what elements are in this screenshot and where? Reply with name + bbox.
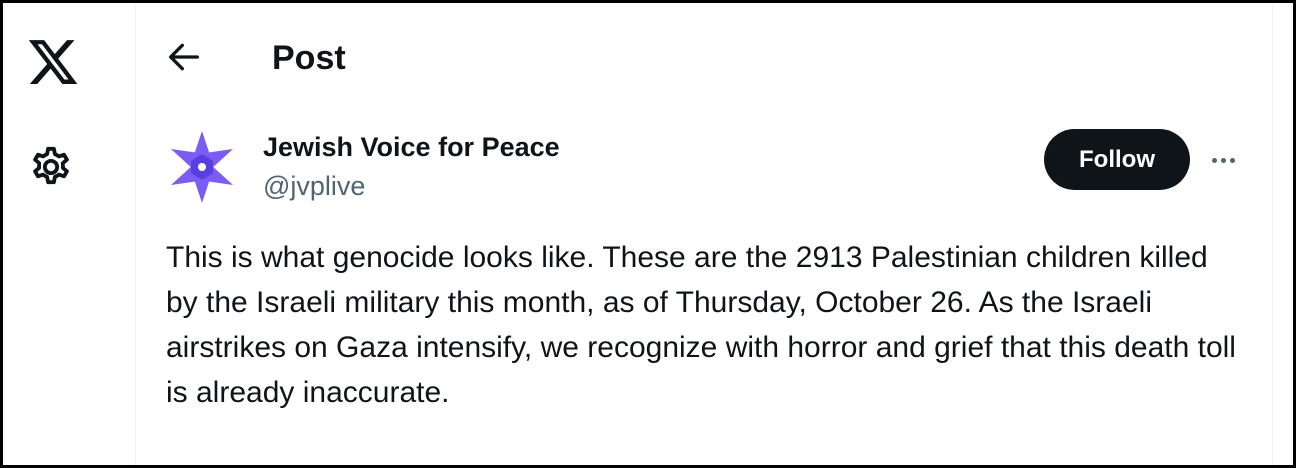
page-title: Post (272, 39, 346, 77)
x-logo-icon[interactable] (26, 35, 80, 89)
more-horizontal-icon[interactable] (1204, 143, 1242, 177)
left-nav-rail (3, 3, 136, 465)
more-dot (1220, 157, 1226, 163)
author-display-name[interactable]: Jewish Voice for Peace (263, 130, 560, 164)
author-handle[interactable]: @jvplive (263, 169, 365, 203)
main-column: Post Jewish Voice for Peace @jvplive Fol… (136, 3, 1273, 465)
settings-gear-icon[interactable] (28, 144, 74, 190)
avatar[interactable] (166, 127, 238, 207)
follow-button[interactable]: Follow (1044, 129, 1190, 190)
more-dot (1229, 157, 1235, 163)
more-dot (1211, 157, 1217, 163)
post-text: This is what genocide looks like. These … (166, 241, 1236, 409)
arrow-left-icon[interactable] (164, 37, 204, 77)
